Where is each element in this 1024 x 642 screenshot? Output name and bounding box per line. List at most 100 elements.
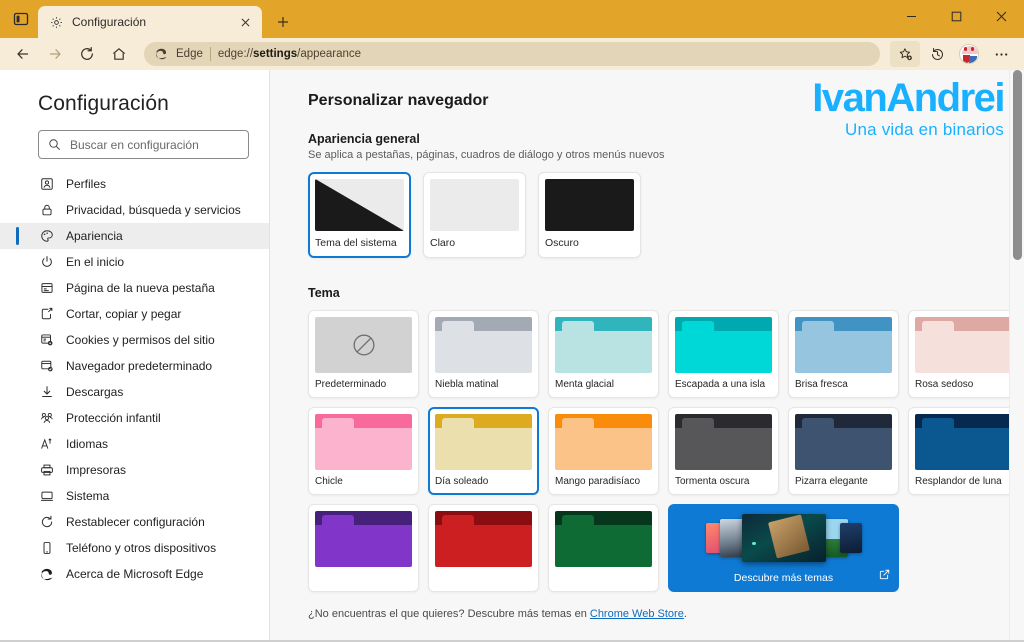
sidebar-item-idiomas[interactable]: Idiomas	[0, 431, 269, 457]
footnote-suffix: .	[683, 608, 687, 620]
general-appearance-subtext: Se aplica a pestañas, páginas, cuadros d…	[308, 149, 665, 161]
settings-content: IvanAndrei Una vida en binarios Personal…	[270, 70, 1024, 642]
omnibox-url[interactable]: edge://settings/appearance	[218, 48, 361, 60]
edge-icon	[154, 47, 169, 62]
toolbar-right-icons	[890, 41, 1016, 67]
theme-card-mango-paradisiaco[interactable]: Mango paradisíaco	[548, 407, 659, 495]
home-button[interactable]	[104, 41, 134, 67]
sidebar-item-cookies[interactable]: Cookies y permisos del sitio	[0, 327, 269, 353]
tab-search-icon[interactable]	[4, 0, 38, 38]
sidebar-title: Configuración	[38, 92, 169, 115]
appearance-mode-options: Tema del sistema Claro Oscuro	[308, 172, 1024, 258]
window-close-button[interactable]	[979, 0, 1024, 32]
appearance-thumb-dark	[545, 179, 634, 231]
theme-thumb	[795, 317, 892, 373]
search-wrapper	[0, 130, 269, 159]
window-controls	[889, 0, 1024, 38]
browser-tab-configuracion[interactable]: Configuración	[38, 6, 262, 38]
sidebar-item-en-el-inicio[interactable]: En el inicio	[0, 249, 269, 275]
theme-card-tormenta-oscura[interactable]: Tormenta oscura	[668, 407, 779, 495]
theme-heading: Tema	[308, 286, 340, 300]
theme-card-brisa-fresca[interactable]: Brisa fresca	[788, 310, 899, 398]
address-bar[interactable]: Edge edge://settings/appearance	[144, 42, 880, 66]
sidebar-item-perfiles[interactable]: Perfiles	[0, 171, 269, 197]
sidebar-item-label: Descargas	[66, 385, 124, 399]
settings-nav-list: Perfiles Privacidad, búsqueda y servicio…	[0, 171, 269, 587]
theme-name: Resplandor de luna	[915, 476, 1002, 487]
gear-icon	[48, 14, 64, 30]
theme-card-pizarra-elegante[interactable]: Pizarra elegante	[788, 407, 899, 495]
theme-card-chicle[interactable]: Chicle	[308, 407, 419, 495]
chrome-web-store-link[interactable]: Chrome Web Store	[590, 608, 684, 620]
new-tab-button[interactable]	[268, 7, 298, 37]
theme-card-predeterminado[interactable]: Predeterminado	[308, 310, 419, 398]
appearance-option-light[interactable]: Claro	[423, 172, 526, 258]
sidebar-item-apariencia[interactable]: Apariencia	[0, 223, 269, 249]
theme-thumb	[435, 317, 532, 373]
sidebar-item-cortar-copiar-pegar[interactable]: Cortar, copiar y pegar	[0, 301, 269, 327]
favorites-add-icon[interactable]	[890, 41, 920, 67]
sidebar-item-label: Navegador predeterminado	[66, 359, 213, 373]
profile-avatar[interactable]	[954, 41, 984, 67]
sidebar-item-privacidad[interactable]: Privacidad, búsqueda y servicios	[0, 197, 269, 223]
sidebar-item-telefono[interactable]: Teléfono y otros dispositivos	[0, 535, 269, 561]
search-settings-box[interactable]	[38, 130, 249, 159]
history-icon[interactable]	[922, 41, 952, 67]
omnibox-divider	[209, 47, 211, 61]
power-icon	[38, 254, 55, 271]
sidebar-item-navegador-predeterminado[interactable]: Navegador predeterminado	[0, 353, 269, 379]
theme-card-niebla-matinal[interactable]: Niebla matinal	[428, 310, 539, 398]
theme-thumb	[555, 511, 652, 567]
browser-settings-more-icon[interactable]	[986, 41, 1016, 67]
theme-card-rojo-picante[interactable]	[428, 504, 539, 592]
lock-icon	[38, 202, 55, 219]
no-theme-icon	[315, 317, 412, 373]
sidebar-item-acerca-de[interactable]: Acerca de Microsoft Edge	[0, 561, 269, 587]
appearance-option-system[interactable]: Tema del sistema	[308, 172, 411, 258]
discover-thumb	[839, 523, 862, 553]
discover-thumb	[741, 514, 826, 562]
theme-thumb	[555, 414, 652, 470]
sidebar-item-sistema[interactable]: Sistema	[0, 483, 269, 509]
maximize-button[interactable]	[934, 0, 979, 32]
sidebar-item-label: Perfiles	[66, 177, 107, 191]
back-button[interactable]	[8, 41, 38, 67]
appearance-option-dark[interactable]: Oscuro	[538, 172, 641, 258]
scrollbar-thumb[interactable]	[1013, 70, 1022, 260]
theme-name: Escapada a una isla	[675, 379, 766, 390]
forward-button[interactable]	[40, 41, 70, 67]
newtab-icon	[38, 280, 55, 297]
sidebar-item-descargas[interactable]: Descargas	[0, 379, 269, 405]
minimize-button[interactable]	[889, 0, 934, 32]
reload-button[interactable]	[72, 41, 102, 67]
close-icon[interactable]	[236, 13, 254, 31]
theme-thumb	[675, 317, 772, 373]
sidebar-item-label: Restablecer configuración	[66, 515, 205, 529]
download-icon	[38, 384, 55, 401]
page-scrollbar[interactable]	[1009, 70, 1024, 642]
theme-thumb	[555, 317, 652, 373]
discover-more-themes-card[interactable]: Descubre más temas	[668, 504, 899, 592]
theme-card-rosa-sedoso[interactable]: Rosa sedoso	[908, 310, 1019, 398]
sidebar-item-proteccion-infantil[interactable]: Protección infantil	[0, 405, 269, 431]
sidebar-item-label: Cortar, copiar y pegar	[66, 307, 182, 321]
theme-card-resplandor-de-luna[interactable]: Resplandor de luna	[908, 407, 1019, 495]
search-icon	[48, 138, 61, 151]
theme-card-bosque-mistico[interactable]	[548, 504, 659, 592]
avatar	[959, 44, 979, 64]
theme-card-dia-soleado[interactable]: Día soleado	[428, 407, 539, 495]
sidebar-item-impresoras[interactable]: Impresoras	[0, 457, 269, 483]
theme-card-ciruela-jugosa[interactable]	[308, 504, 419, 592]
theme-thumb	[435, 414, 532, 470]
sidebar-item-label: Privacidad, búsqueda y servicios	[66, 203, 241, 217]
palette-icon	[38, 228, 55, 245]
theme-card-escapada-a-una-isla[interactable]: Escapada a una isla	[668, 310, 779, 398]
discover-label: Descubre más temas	[733, 572, 834, 584]
sidebar-item-restablecer[interactable]: Restablecer configuración	[0, 509, 269, 535]
theme-thumb	[915, 317, 1012, 373]
sidebar-item-label: En el inicio	[66, 255, 125, 269]
sidebar-item-nueva-pestana[interactable]: Página de la nueva pestaña	[0, 275, 269, 301]
theme-card-menta-glacial[interactable]: Menta glacial	[548, 310, 659, 398]
search-input[interactable]	[70, 137, 239, 152]
omnibox-brand: Edge	[176, 48, 203, 60]
